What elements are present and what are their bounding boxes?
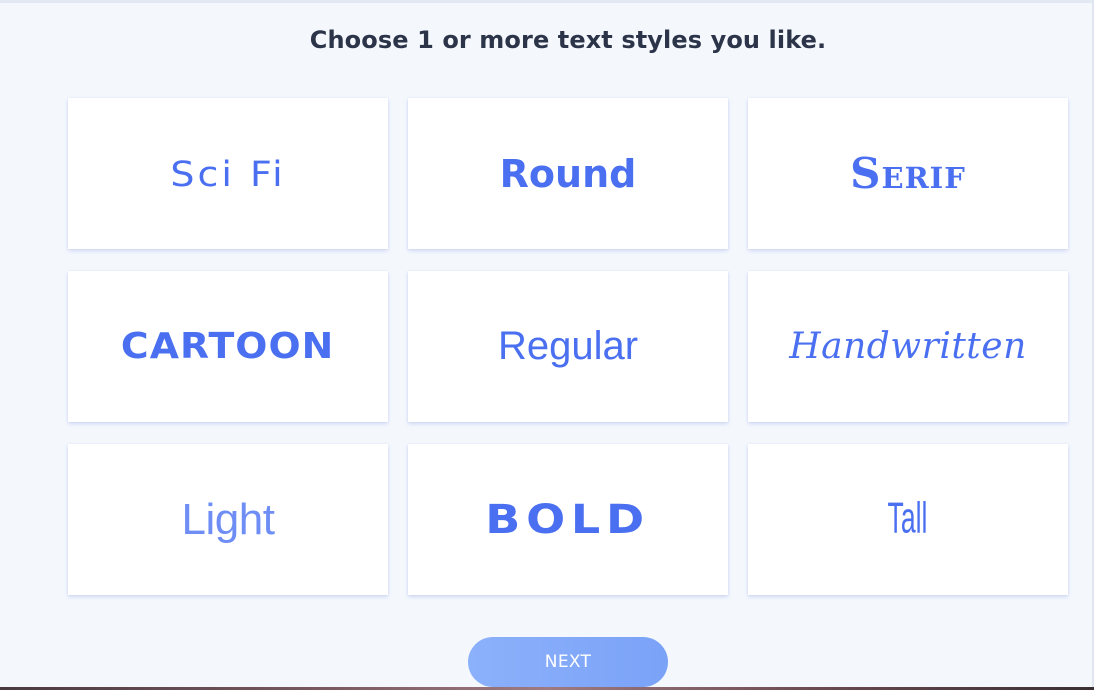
style-card-handwritten[interactable]: Handwritten xyxy=(748,271,1068,422)
style-card-bold[interactable]: BOLD xyxy=(408,444,728,595)
style-card-serif[interactable]: Serif xyxy=(748,98,1068,249)
style-grid: Sci Fi Round Serif CARTOON Regular Handw… xyxy=(68,98,1068,595)
top-divider xyxy=(0,0,1094,3)
style-card-regular[interactable]: Regular xyxy=(408,271,728,422)
style-label-serif: Serif xyxy=(850,149,966,198)
next-button[interactable]: NEXT xyxy=(468,637,668,687)
style-card-light[interactable]: Light xyxy=(68,444,388,595)
style-label-sci-fi: Sci Fi xyxy=(170,153,286,194)
style-label-round: Round xyxy=(499,151,637,196)
style-card-round[interactable]: Round xyxy=(408,98,728,249)
style-label-light: Light xyxy=(181,494,275,544)
style-card-tall[interactable]: Tall xyxy=(748,444,1068,595)
page-title: Choose 1 or more text styles you like. xyxy=(309,26,827,54)
style-label-handwritten: Handwritten xyxy=(789,326,1027,367)
style-label-bold: BOLD xyxy=(485,496,651,543)
style-card-cartoon[interactable]: CARTOON xyxy=(68,271,388,422)
style-label-regular: Regular xyxy=(497,324,639,368)
style-label-cartoon: CARTOON xyxy=(121,326,335,367)
style-label-tall: Tall xyxy=(888,494,928,544)
style-card-sci-fi[interactable]: Sci Fi xyxy=(68,98,388,249)
style-picker-page: Choose 1 or more text styles you like. S… xyxy=(0,0,1094,690)
